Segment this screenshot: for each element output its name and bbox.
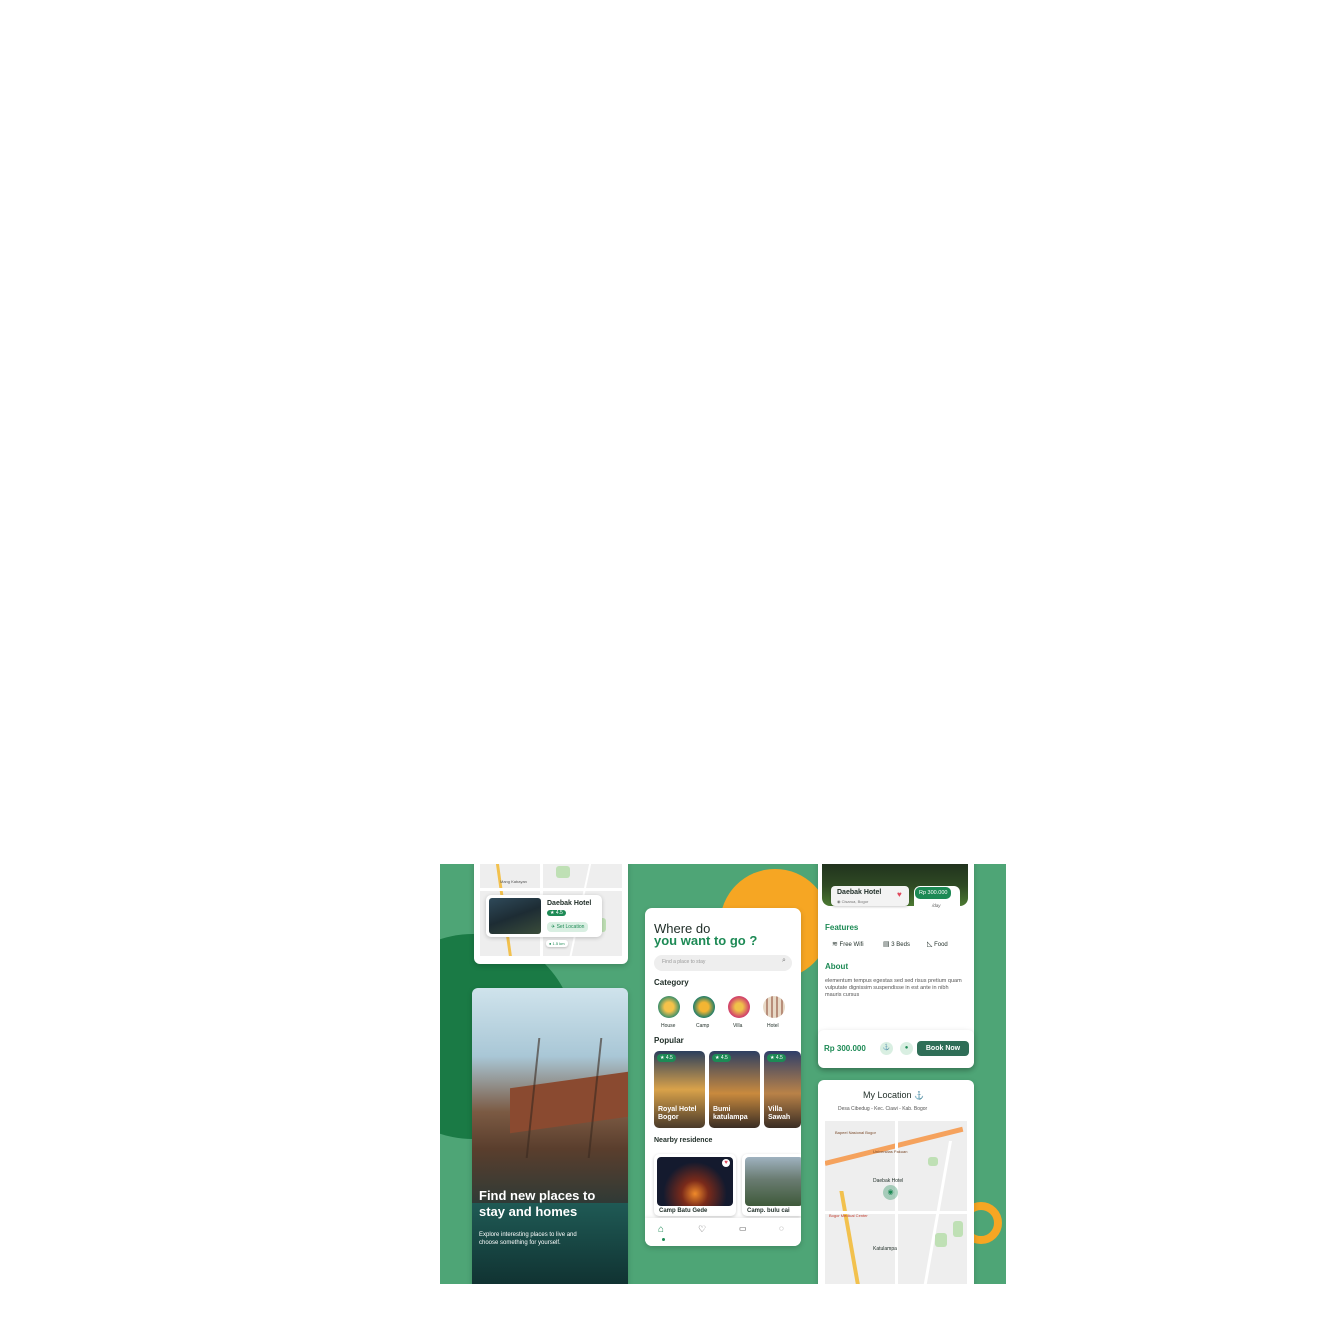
nearby-card[interactable]: Camp. bulu cai: [742, 1154, 801, 1216]
category-camp[interactable]: Camp: [693, 996, 717, 1032]
category-heading: Category: [654, 978, 689, 987]
rating-badge: ★ 4.5: [712, 1054, 731, 1062]
food-icon: ◺: [927, 941, 933, 948]
category-house[interactable]: House: [658, 996, 682, 1032]
my-location-screen: My Location ⚓ Desa Cibedug - Kec. Ciawi …: [818, 1080, 974, 1284]
wifi-icon: ≋: [832, 941, 838, 948]
nearby-image: [745, 1157, 801, 1206]
nav-active-dot: [662, 1238, 665, 1241]
heart-icon[interactable]: ♥: [897, 890, 902, 899]
chat-icon[interactable]: ◌: [779, 1224, 784, 1233]
price-badge: Rp 300.000 /day: [914, 886, 960, 912]
popular-card[interactable]: ★ 4.5 Villa Sawah: [764, 1051, 801, 1128]
rating-badge: ★ 4.5: [657, 1054, 676, 1062]
chat-button[interactable]: ●: [900, 1042, 913, 1055]
hotel-popup[interactable]: Daebak Hotel ★ 4.5 ✈ Set Location: [486, 895, 602, 937]
house-icon: [658, 996, 680, 1018]
book-now-button[interactable]: Book Now: [917, 1041, 969, 1056]
nearby-heading: Nearby residence: [654, 1137, 713, 1144]
showcase-banner: Mang Kabayan Daebak Hotel ★ 4.5 ✈ Set Lo…: [440, 864, 1006, 1284]
feature-beds: ▤ 3 Beds: [883, 941, 910, 948]
popular-card[interactable]: ★ 4.5 Royal Hotel Bogor: [654, 1051, 705, 1128]
onboarding-subtitle: Explore interesting places to live and c…: [479, 1232, 577, 1246]
home-screen: Where do you want to go ? Find a place t…: [645, 908, 801, 1246]
feature-wifi: ≋ Free Wifi: [832, 941, 864, 948]
booking-bar: Rp 300.000 ⚓ ● Book Now: [818, 1030, 974, 1068]
popular-heading: Popular: [654, 1036, 684, 1045]
rating-badge: ★ 4.5: [547, 910, 566, 916]
about-heading: About: [825, 962, 849, 971]
heart-icon[interactable]: ♡: [698, 1224, 706, 1235]
nearby-card[interactable]: ♥ Camp Batu Gede: [654, 1154, 736, 1216]
onboarding-title: Find new places to stay and homes: [479, 1188, 596, 1219]
search-input[interactable]: Find a place to stay ⌕: [654, 955, 792, 971]
search-icon[interactable]: ⌕: [782, 957, 786, 965]
villa-icon: [728, 996, 750, 1018]
price-label: Rp 300.000: [824, 1044, 866, 1053]
features-heading: Features: [825, 923, 859, 932]
address-text: Desa Cibedug - Kec. Ciawi - Kab. Bogor: [838, 1106, 928, 1112]
home-icon[interactable]: ⌂: [658, 1224, 664, 1235]
onboarding-card: Find new places to stay and homes Explor…: [472, 988, 628, 1284]
about-text: elementum tempus egestas sed sed risus p…: [825, 978, 962, 998]
my-location-title: My Location ⚓: [863, 1090, 925, 1100]
home-title-line2: you want to go ?: [654, 933, 758, 948]
set-location-button[interactable]: ✈ Set Location: [547, 922, 589, 932]
hotel-thumbnail: [489, 898, 541, 934]
category-villa[interactable]: Villa: [728, 996, 752, 1032]
tree-silhouette: [525, 1038, 603, 1158]
category-hotel[interactable]: Hotel: [763, 996, 787, 1032]
location-map[interactable]: Bapeel Nasional Bogor Universitas Pakuan…: [825, 1121, 967, 1284]
camp-icon: [693, 996, 715, 1018]
feature-food: ◺ Food: [927, 941, 948, 948]
hotel-name: Daebak Hotel: [547, 900, 592, 907]
popular-card[interactable]: ★ 4.5 Bumi katulampa: [709, 1051, 760, 1128]
calendar-icon[interactable]: ▭: [739, 1224, 747, 1233]
hotel-icon: [763, 996, 785, 1018]
location-pin-icon[interactable]: ◉: [883, 1185, 898, 1200]
location-button[interactable]: ⚓: [880, 1042, 893, 1055]
rating-badge: ★ 4.5: [767, 1054, 786, 1062]
search-placeholder: Find a place to stay: [662, 959, 706, 965]
hotel-name-chip: Daebak Hotel ◉ Cisarua, Bogor ♥: [831, 886, 909, 906]
favorite-icon[interactable]: ♥: [722, 1159, 730, 1167]
distance-chip: ● 1.5 km: [546, 940, 568, 947]
bed-icon: ▤: [883, 941, 890, 948]
map-place-label: Mang Kabayan: [500, 879, 527, 884]
anchor-icon: ⚓: [914, 1091, 925, 1100]
map-card: Mang Kabayan Daebak Hotel ★ 4.5 ✈ Set Lo…: [474, 864, 628, 964]
bottom-nav: ⌂ ♡ ▭ ◌: [645, 1218, 801, 1246]
location-text: ◉ Cisarua, Bogor: [837, 899, 869, 904]
